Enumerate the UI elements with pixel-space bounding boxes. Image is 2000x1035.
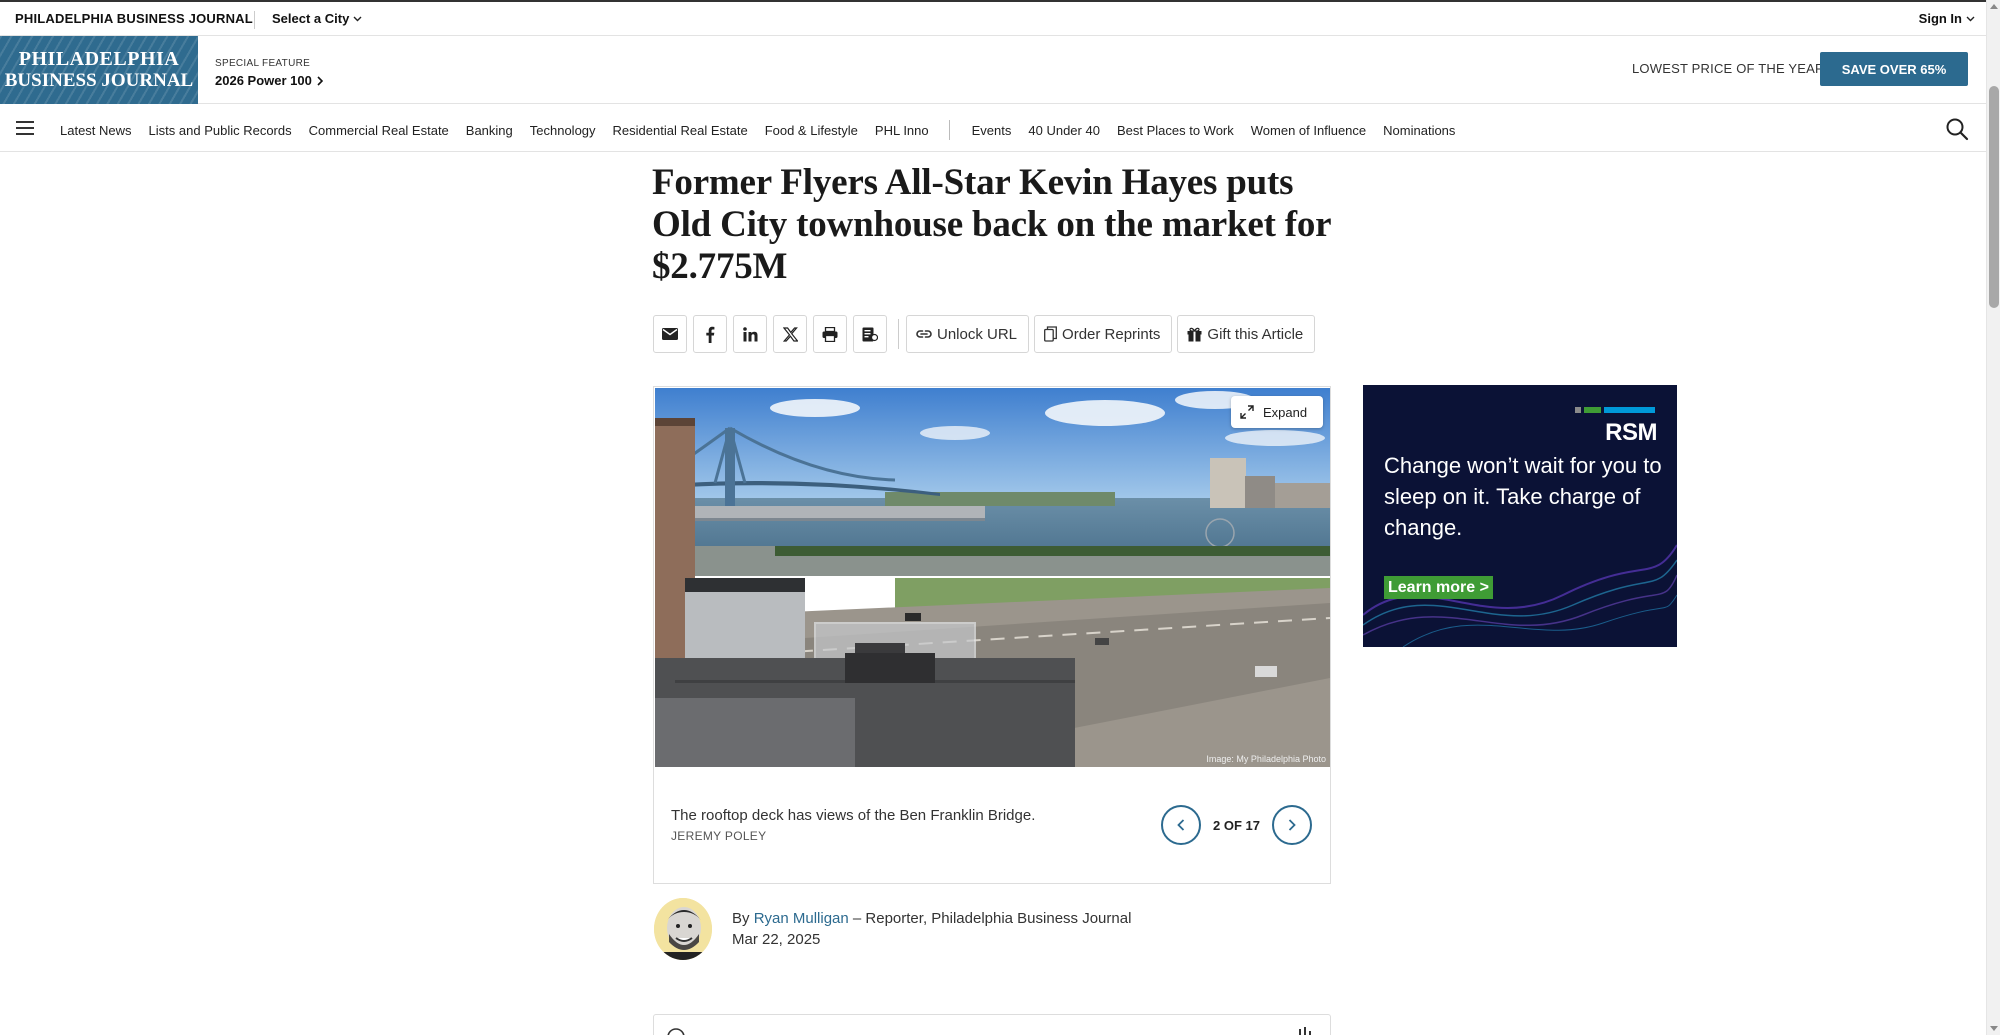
sign-in-button[interactable]: Sign In [1919,11,1975,26]
rooftop-bridge-photo [655,388,1330,767]
page-scrollbar[interactable] [1986,0,2000,1035]
ad-learn-more-button[interactable]: Learn more > [1384,576,1493,599]
share-facebook-button[interactable] [693,315,727,353]
special-feature-label: 2026 Power 100 [215,73,312,88]
nav-item-nominations[interactable]: Nominations [1383,123,1455,138]
linkedin-icon [742,326,757,341]
nav-item-banking[interactable]: Banking [466,123,513,138]
gift-article-button[interactable]: Gift this Article [1177,315,1316,353]
photo-gallery: Expand Image: My Philadelphia Photo The … [653,386,1331,884]
expand-arrows-icon [1240,405,1254,419]
byline: By Ryan Mulligan – Reporter, Philadelphi… [732,910,1131,927]
publish-date: Mar 22, 2025 [732,931,821,948]
top-utility-bar: PHILADELPHIA BUSINESS JOURNAL Select a C… [0,0,1986,36]
audio-levels-icon [1299,1027,1311,1035]
nav-item-lists-public-records[interactable]: Lists and Public Records [149,123,292,138]
previous-photo-button[interactable] [1161,805,1201,845]
nav-item-food-lifestyle[interactable]: Food & Lifestyle [765,123,858,138]
special-feature-link[interactable]: 2026 Power 100 [215,73,323,88]
nav-item-best-places-to-work[interactable]: Best Places to Work [1117,123,1234,138]
nav-item-latest-news[interactable]: Latest News [60,123,132,138]
facebook-icon [706,326,715,343]
envelope-icon [662,328,678,340]
special-feature-kicker: SPECIAL FEATURE [215,58,311,69]
unlock-url-button[interactable]: Unlock URL [906,315,1030,353]
nav-divider [948,120,950,140]
audio-control-icon [667,1028,685,1035]
photo-caption: The rooftop deck has views of the Ben Fr… [671,807,1036,824]
promo-text: LOWEST PRICE OF THE YEAR [1632,61,1825,76]
gallery-pager: 2 OF 17 [1161,805,1312,845]
x-twitter-icon [782,326,798,342]
order-reprints-label: Order Reprints [1062,325,1161,343]
chevron-right-icon [1288,819,1296,831]
nav-item-technology[interactable]: Technology [530,123,596,138]
share-toolbar: Unlock URL Order Reprints Gift this Arti… [653,315,1320,353]
masthead: PHILADELPHIA BUSINESS JOURNAL SPECIAL FE… [0,36,1986,104]
toolbar-divider [898,319,899,349]
nav-item-40-under-40[interactable]: 40 Under 40 [1028,123,1100,138]
logo-line-2: BUSINESS JOURNAL [4,70,194,91]
document-icon [862,327,878,341]
expand-gallery-button[interactable]: Expand [1231,396,1323,428]
chevron-left-icon [1177,819,1185,831]
site-logo[interactable]: PHILADELPHIA BUSINESS JOURNAL [0,36,198,104]
search-icon[interactable] [1945,117,1969,141]
chevron-right-icon [317,75,323,86]
topbar-divider [254,11,255,29]
nav-item-residential-real-estate[interactable]: Residential Real Estate [613,123,748,138]
main-navigation: Latest News Lists and Public Records Com… [0,104,1986,152]
city-select[interactable]: Select a City [272,11,362,26]
gift-icon [1187,327,1202,341]
ad-message: Change won’t wait for you to sleep on it… [1384,453,1662,540]
rsm-logo: RSM [1605,419,1657,446]
copy-icon [1044,326,1057,342]
nav-item-women-of-influence[interactable]: Women of Influence [1251,123,1366,138]
photographer-name: JEREMY POLEY [671,829,767,843]
photo-counter: 2 OF 17 [1213,817,1260,833]
scroll-up-arrow-icon[interactable] [1990,4,1998,9]
author-link[interactable]: Ryan Mulligan [754,910,849,927]
rsm-advertisement[interactable]: RSM Change won’t wait for you to sleep o… [1363,385,1677,647]
gift-article-label: Gift this Article [1207,325,1304,343]
chevron-down-icon [1966,16,1975,21]
nav-items: Latest News Lists and Public Records Com… [60,120,1472,140]
article-headline: Former Flyers All-Star Kevin Hayes puts … [652,162,1331,287]
rsm-logo-bars [1575,407,1655,413]
scrollbar-thumb[interactable] [1989,86,1999,308]
link-icon [916,330,932,338]
printer-icon [822,326,838,342]
scroll-down-arrow-icon[interactable] [1990,1026,1998,1031]
logo-line-1: PHILADELPHIA [18,48,180,70]
share-linkedin-button[interactable] [733,315,767,353]
brand-text[interactable]: PHILADELPHIA BUSINESS JOURNAL [15,11,253,26]
author-portrait [654,898,712,960]
print-button[interactable] [813,315,847,353]
share-email-button[interactable] [653,315,687,353]
unlock-url-label: Unlock URL [937,325,1018,343]
save-article-button[interactable] [853,315,887,353]
photo-credit: Image: My Philadelphia Photo [1206,754,1326,764]
nav-item-commercial-real-estate[interactable]: Commercial Real Estate [309,123,449,138]
hamburger-menu-icon[interactable] [16,121,34,135]
special-feature: SPECIAL FEATURE 2026 Power 100 [215,58,323,88]
sign-in-label: Sign In [1918,11,1962,26]
nav-item-phl-inno[interactable]: PHL Inno [875,123,929,138]
author-avatar[interactable] [654,898,712,960]
expand-label: Expand [1263,404,1308,420]
order-reprints-button[interactable]: Order Reprints [1034,315,1173,353]
article-audio-bar[interactable] [653,1014,1331,1035]
gallery-photo[interactable]: Expand Image: My Philadelphia Photo [655,388,1330,767]
chevron-down-icon [353,16,362,21]
share-x-button[interactable] [773,315,807,353]
byline-prefix: By [732,910,750,927]
subscribe-save-button[interactable]: SAVE OVER 65% [1820,52,1968,86]
nav-item-events[interactable]: Events [972,123,1012,138]
city-select-label: Select a City [272,11,350,26]
next-photo-button[interactable] [1272,805,1312,845]
author-role: – Reporter, Philadelphia Business Journa… [848,910,1132,927]
